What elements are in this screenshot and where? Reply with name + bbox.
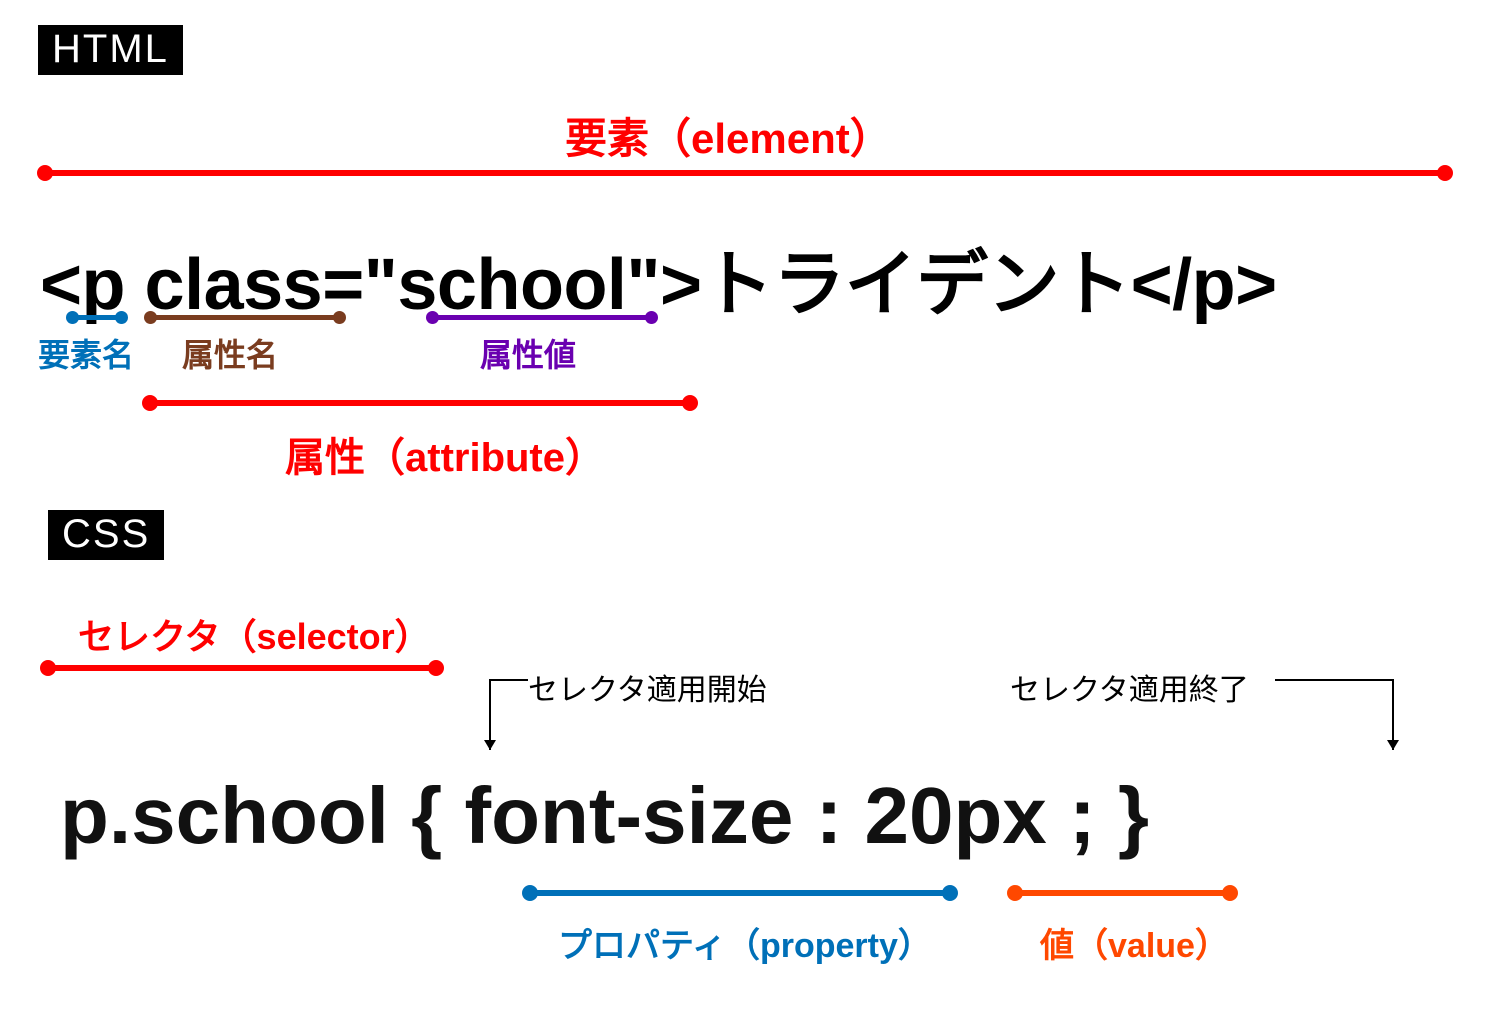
label-selector: セレクタ（selector） [78,608,431,660]
label-element: 要素（element） [565,105,892,166]
bar-property [530,890,950,896]
arrow-selector-start [480,660,540,760]
diagram-stage: HTML 要素（element） <p class="school">トライデン… [0,0,1500,1020]
badge-css: CSS [48,510,164,560]
label-selector-start: セレクタ適用開始 [528,665,767,709]
label-element-name: 要素名 [38,330,134,376]
label-attr-name: 属性名 [182,330,278,376]
bar-attr-name [150,315,340,320]
label-attr-value: 属性値 [480,330,576,376]
bar-selector [48,665,436,671]
bar-element-name [72,315,122,320]
badge-html: HTML [38,25,183,75]
arrow-selector-end [1275,660,1405,760]
bar-value [1015,890,1230,896]
css-code-line: p.school { font-size : 20px ; } [60,770,1149,862]
bar-attribute [150,400,690,406]
label-property: プロパティ（property） [558,918,932,967]
bar-element [45,170,1445,176]
label-attribute: 属性（attribute） [285,425,605,483]
label-selector-end: セレクタ適用終了 [1010,665,1249,709]
bar-attr-value [432,315,652,320]
label-value: 値（value） [1040,918,1229,967]
